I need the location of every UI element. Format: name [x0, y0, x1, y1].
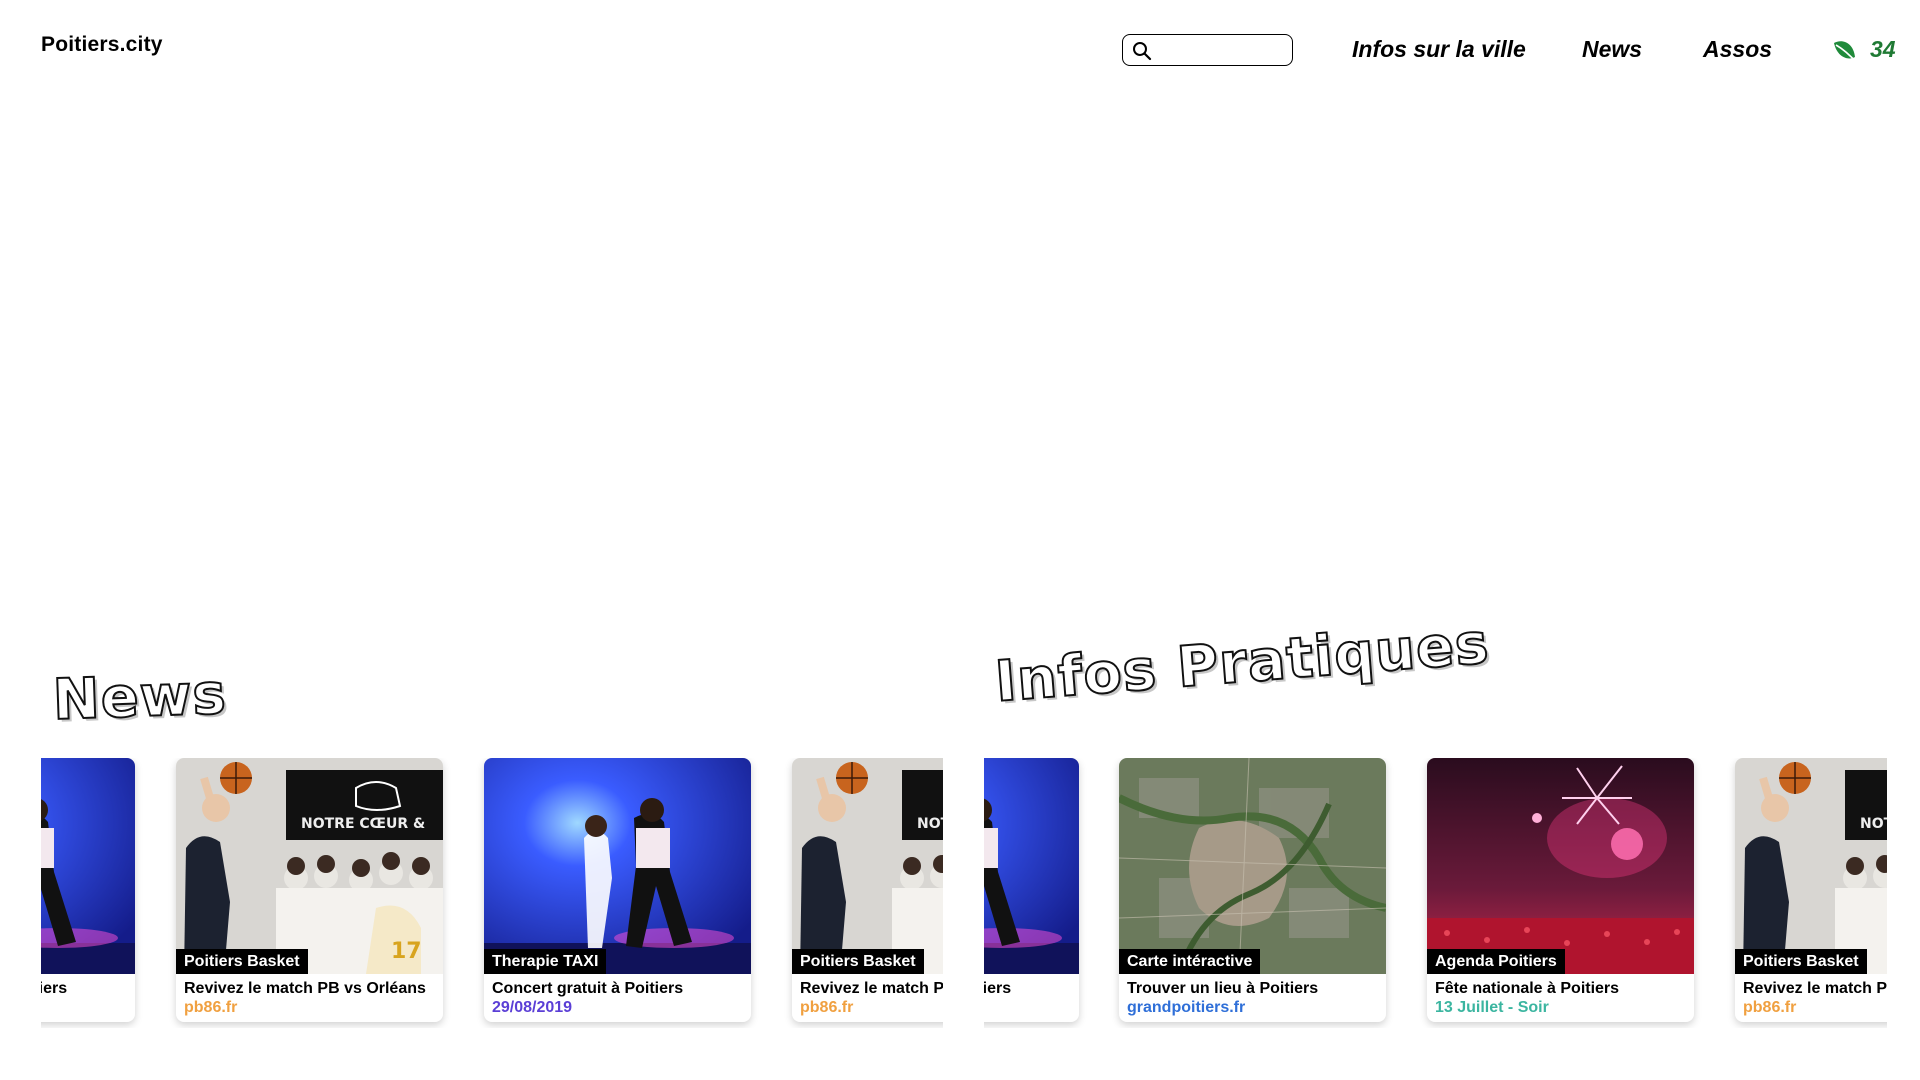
card-subtitle: grandpoitiers.fr [1127, 999, 1246, 1016]
card-source-label: Poitiers Basket [792, 949, 924, 974]
card-source-label: Carte intéractive [1119, 949, 1261, 974]
card-title: Trouver un lieu à Poitiers [1127, 980, 1319, 997]
card-title: Fête nationale à Poitiers [1435, 980, 1620, 997]
svg-text:NOTRE CŒUR &: NOTRE CŒUR & [301, 816, 425, 832]
card-title: Concert gratuit à Poitiers [492, 980, 684, 997]
search-input[interactable] [1159, 38, 1287, 62]
carousel-card[interactable]: NOTRE CŒUR & 17 Poitiers Basket Revivez l… [176, 758, 443, 1022]
card-title: Concert gratuit à Poitiers [984, 980, 1012, 997]
nav-assos[interactable]: Assos [1703, 36, 1772, 63]
card-image: NOTRE CŒUR & 17 Poitiers Basket [176, 758, 443, 974]
card-subtitle: pb86.fr [1743, 999, 1797, 1016]
section-title-news: News [51, 661, 229, 734]
search-icon [1133, 42, 1152, 61]
carousel-card[interactable]: NOTRE CŒUR & 17 Poitiers Basket Revivez l… [1735, 758, 1887, 1022]
eco-counter: 34 [1870, 36, 1896, 62]
site-logo[interactable]: Poitiers.city [41, 33, 163, 57]
carousel-card[interactable]: Therapie TAXIConcert gratuit à Poitiers2… [984, 758, 1079, 1022]
carousel-card[interactable]: Therapie TAXI Concert gratuit à Poitiers 2… [484, 758, 751, 1022]
nav-infos-ville[interactable]: Infos sur la ville [1352, 36, 1526, 63]
card-image: Therapie TAXI [41, 758, 135, 974]
card-image: Therapie TAXI [484, 758, 751, 974]
svg-text:NOTRE CŒUR &: NOTRE CŒUR & [917, 816, 943, 832]
svg-text:17: 17 [391, 939, 422, 964]
section-title-infos: Infos Pratiques [992, 610, 1493, 716]
card-image: NOTRE CŒUR & 17 Poitiers Basket [1735, 758, 1887, 974]
card-image: Agenda Poitiers [1427, 758, 1694, 974]
leaf-icon [1834, 41, 1858, 64]
carousel-card[interactable]: Agenda Poitiers Fête nationale à Poitiers… [1427, 758, 1694, 1022]
infos-carousel[interactable]: Therapie TAXIConcert gratuit à Poitiers2… [984, 758, 1887, 1028]
svg-text:NOTRE CŒUR &: NOTRE CŒUR & [1860, 816, 1887, 832]
card-title: Concert gratuit à Poitiers [41, 980, 68, 997]
card-subtitle: pb86.fr [800, 999, 854, 1016]
carousel-card[interactable]: Carte intéractive Trouver un lieu à Poiti… [1119, 758, 1386, 1022]
card-subtitle: pb86.fr [184, 999, 238, 1016]
carousel-card[interactable]: NOTRE CŒUR & 17 Poitiers Basket Revivez l… [792, 758, 943, 1022]
carousel-card[interactable]: Therapie TAXIConcert gratuit à Poitiers2… [41, 758, 135, 1022]
card-image: Carte intéractive [1119, 758, 1386, 974]
card-source-label: Poitiers Basket [176, 949, 308, 974]
nav-news[interactable]: News [1582, 36, 1642, 63]
card-title: Revivez le match PB vs Orléans [800, 980, 943, 997]
card-title: Revivez le match PB vs Orléans [1743, 980, 1887, 997]
card-subtitle: 13 Juillet - Soir [1435, 999, 1549, 1016]
news-carousel[interactable]: Therapie TAXI Concert gratuit à Poitiers 2… [41, 758, 943, 1028]
search-box[interactable] [1122, 34, 1293, 66]
card-source-label: Poitiers Basket [1735, 949, 1867, 974]
card-title: Revivez le match PB vs Orléans [184, 980, 426, 997]
card-image: Therapie TAXI [984, 758, 1079, 974]
card-image: NOTRE CŒUR & 17 Poitiers Basket [792, 758, 943, 974]
card-source-label: Therapie TAXI [484, 949, 607, 974]
card-subtitle: 29/08/2019 [492, 999, 573, 1016]
card-source-label: Agenda Poitiers [1427, 949, 1565, 974]
